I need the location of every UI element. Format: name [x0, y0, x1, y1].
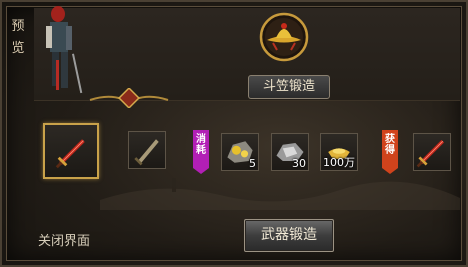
material-qty: 30: [292, 157, 306, 170]
red-sword-icon: [55, 139, 85, 169]
red-sword-icon: [416, 139, 445, 168]
consume-tag-label: 消耗: [196, 134, 206, 156]
weapon-forge-button[interactable]: 武器锻造: [244, 219, 334, 252]
material-slot-gold-ore[interactable]: 5: [221, 133, 259, 171]
bronze-blade-icon: [134, 139, 159, 166]
character-preview: [46, 6, 83, 94]
result-weapon-slot[interactable]: [413, 133, 451, 171]
close-window-link[interactable]: 关闭界面: [38, 230, 90, 249]
material-slot-gold-ingot[interactable]: 100万: [320, 133, 358, 171]
preview-label: 预览: [11, 19, 25, 56]
material-qty: 5: [249, 157, 256, 170]
target-weapon-slot[interactable]: [128, 131, 166, 169]
recipe-title: 斗笠锻造: [248, 75, 330, 99]
obtain-tag-label: 获得: [385, 134, 395, 156]
material-slot-silver-ore[interactable]: 30: [271, 133, 309, 171]
divider-ornament: [89, 88, 169, 108]
material-qty: 100万: [323, 156, 355, 169]
background-scenery: [100, 178, 460, 210]
equipped-weapon-slot[interactable]: [43, 123, 99, 179]
straw-hat-helmet-icon: [259, 12, 309, 62]
